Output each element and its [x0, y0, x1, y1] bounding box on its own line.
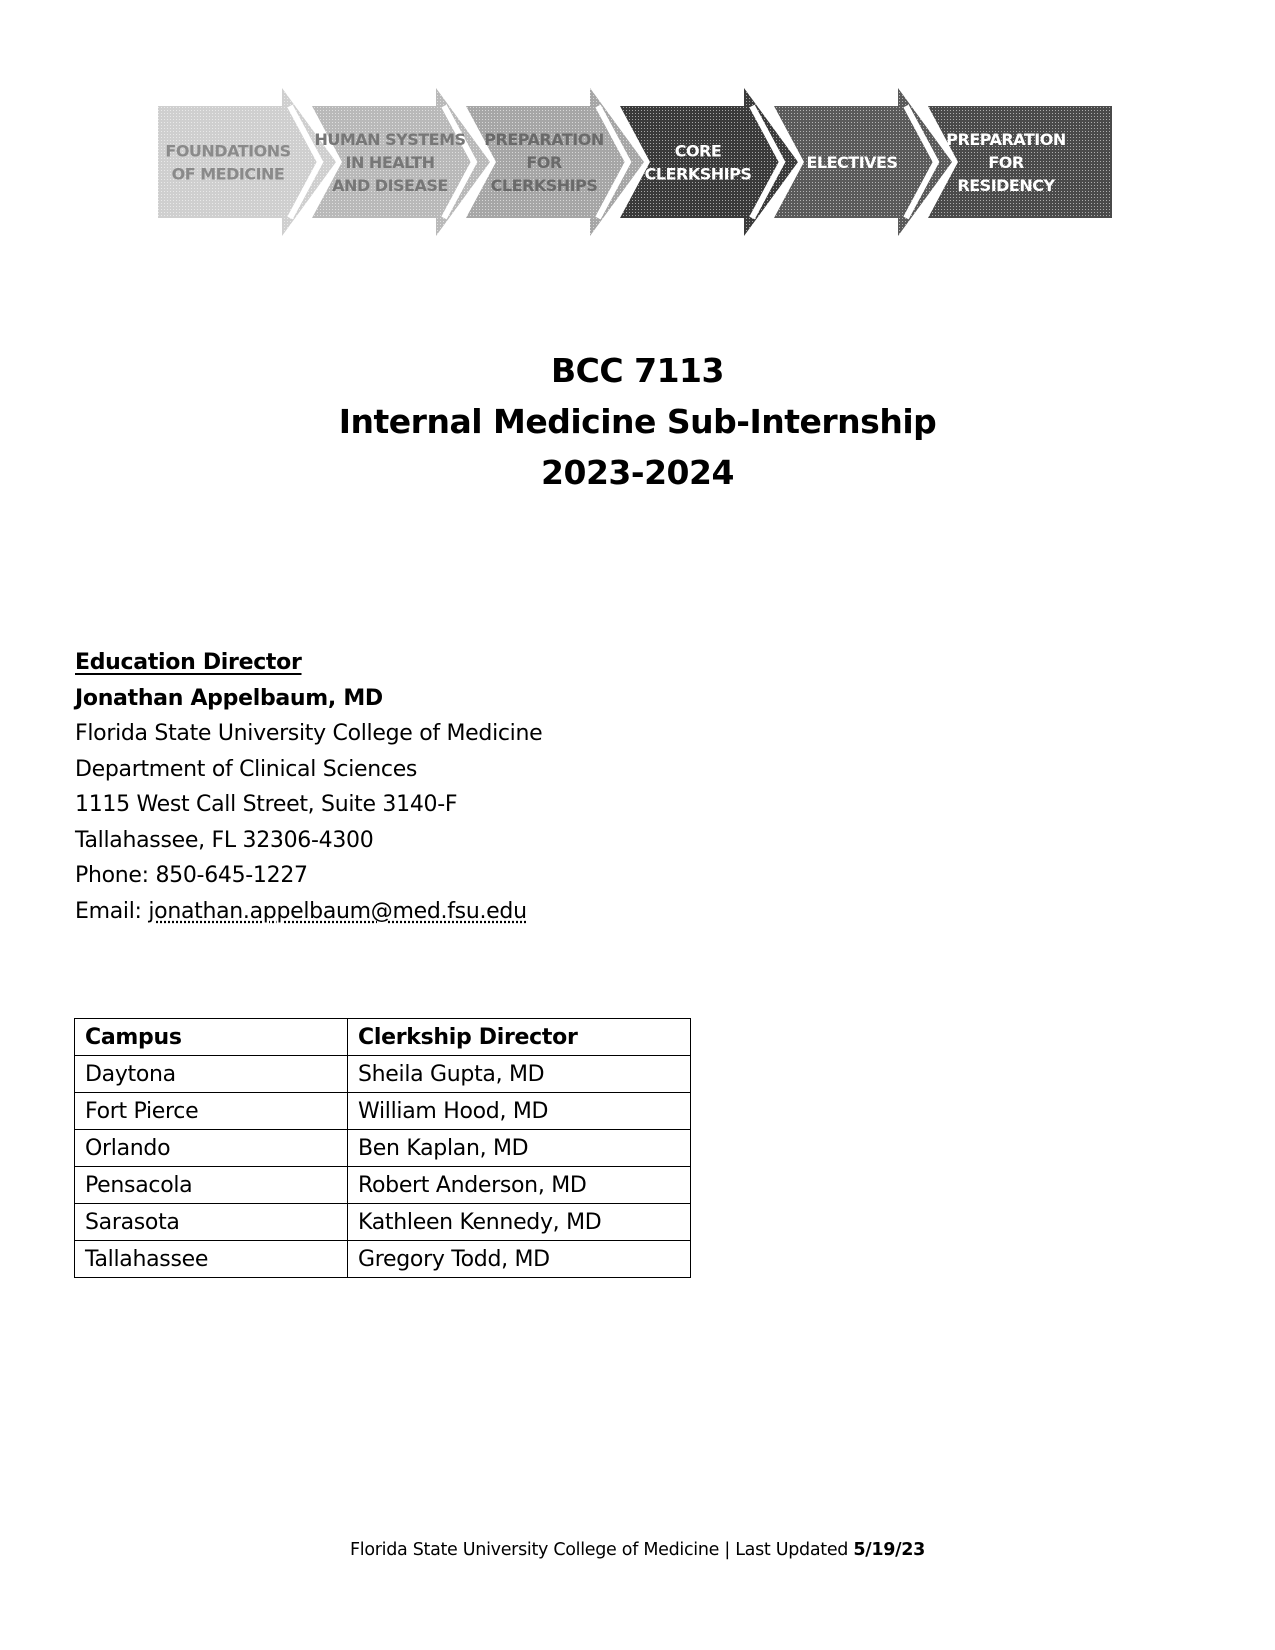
curriculum-stage-arrow: FOUNDATIONS OF MEDICINE — [158, 88, 336, 236]
curriculum-stage-arrow: PREPARATION FOR CLERKSHIPS — [466, 88, 644, 236]
table-row: Daytona Sheila Gupta, MD — [74, 1055, 691, 1093]
stage-label: AND DISEASE — [332, 176, 448, 195]
stage-label: PREPARATION — [946, 130, 1065, 149]
curriculum-arrows: FOUNDATIONS OF MEDICINE HUMAN SYSTEMS IN HE… — [158, 88, 1112, 236]
director-cell: Gregory Todd, MD — [347, 1240, 691, 1278]
stage-label: IN HEALTH — [346, 153, 435, 172]
director-cell: William Hood, MD — [347, 1092, 691, 1130]
stage-arrow-texture — [158, 88, 336, 236]
education-director-contact: Education Director Jonathan Appelbaum, M… — [75, 645, 543, 930]
footer-text: Florida State University College of Medi… — [350, 1540, 854, 1560]
header-clerkship-director: Clerkship Director — [347, 1018, 691, 1056]
email-label: Email: — [75, 898, 149, 924]
email-link[interactable]: jonathan.appelbaum@med.fsu.edu — [148, 899, 527, 924]
department: Department of Clinical Sciences — [75, 756, 418, 782]
table-row: Fort Pierce William Hood, MD — [74, 1092, 691, 1130]
curriculum-stage-arrow: CORE CLERKSHIPS — [620, 88, 798, 236]
stage-label: RESIDENCY — [957, 176, 1055, 195]
city-state-zip: Tallahassee, FL 32306-4300 — [75, 827, 374, 853]
stage-label: HUMAN SYSTEMS — [314, 130, 465, 149]
table-row: Tallahassee Gregory Todd, MD — [74, 1240, 691, 1278]
campus-cell: Fort Pierce — [74, 1092, 348, 1130]
section-heading: Education Director — [75, 650, 302, 675]
phone-number: 850-645-1227 — [155, 863, 308, 888]
course-code: BCC 7113 — [551, 351, 724, 390]
campus-cell: Pensacola — [74, 1166, 348, 1204]
table-row: Orlando Ben Kaplan, MD — [74, 1129, 691, 1167]
campus-cell: Orlando — [74, 1129, 348, 1167]
clerkship-directors-table: Campus Clerkship Director Daytona Sheila… — [74, 1018, 691, 1278]
stage-label: CLERKSHIPS — [491, 176, 598, 195]
stage-label: CORE — [675, 142, 722, 161]
email-line: Email: jonathan.appelbaum@med.fsu.edu — [75, 894, 542, 930]
phone-line: Phone: 850-645-1227 — [75, 858, 542, 894]
institution: Florida State University College of Medi… — [75, 721, 543, 746]
curriculum-stage-arrow: HUMAN SYSTEMS IN HEALTH AND DISEASE — [312, 88, 490, 236]
campus-cell: Tallahassee — [74, 1240, 348, 1278]
stage-label: ELECTIVES — [807, 153, 898, 172]
stage-label: OF MEDICINE — [172, 165, 285, 184]
stage-label: FOR — [988, 153, 1024, 172]
table-row: Pensacola Robert Anderson, MD — [74, 1166, 691, 1204]
director-cell: Ben Kaplan, MD — [347, 1129, 691, 1167]
stage-arrow-texture — [620, 88, 798, 236]
stage-label: PREPARATION — [484, 130, 603, 149]
document-title: BCC 7113 Internal Medicine Sub-Internshi… — [0, 345, 1275, 498]
street-address: 1115 West Call Street, Suite 3140-F — [75, 792, 458, 817]
header-campus: Campus — [74, 1018, 348, 1056]
academic-year: 2023-2024 — [541, 453, 734, 492]
director-cell: Sheila Gupta, MD — [347, 1055, 691, 1093]
director-cell: Kathleen Kennedy, MD — [347, 1203, 691, 1241]
last-updated-date: 5/19/23 — [853, 1540, 925, 1560]
curriculum-banner: FOUNDATIONS OF MEDICINE HUMAN SYSTEMS IN HE… — [158, 86, 1112, 238]
course-name: Internal Medicine Sub-Internship — [338, 402, 937, 441]
stage-label: CLERKSHIPS — [645, 165, 752, 184]
director-name: Jonathan Appelbaum, MD — [75, 685, 383, 711]
campus-cell: Daytona — [74, 1055, 348, 1093]
curriculum-stage-arrow: PREPARATION FOR RESIDENCY — [928, 106, 1112, 218]
page-footer: Florida State University College of Medi… — [0, 1540, 1275, 1560]
table-header-row: Campus Clerkship Director — [74, 1018, 691, 1056]
table-row: Sarasota Kathleen Kennedy, MD — [74, 1203, 691, 1241]
campus-cell: Sarasota — [74, 1203, 348, 1241]
director-cell: Robert Anderson, MD — [347, 1166, 691, 1204]
stage-label: FOUNDATIONS — [165, 142, 290, 161]
phone-label: Phone: — [75, 863, 156, 888]
curriculum-stage-arrow: ELECTIVES — [774, 88, 952, 236]
stage-label: FOR — [526, 153, 562, 172]
